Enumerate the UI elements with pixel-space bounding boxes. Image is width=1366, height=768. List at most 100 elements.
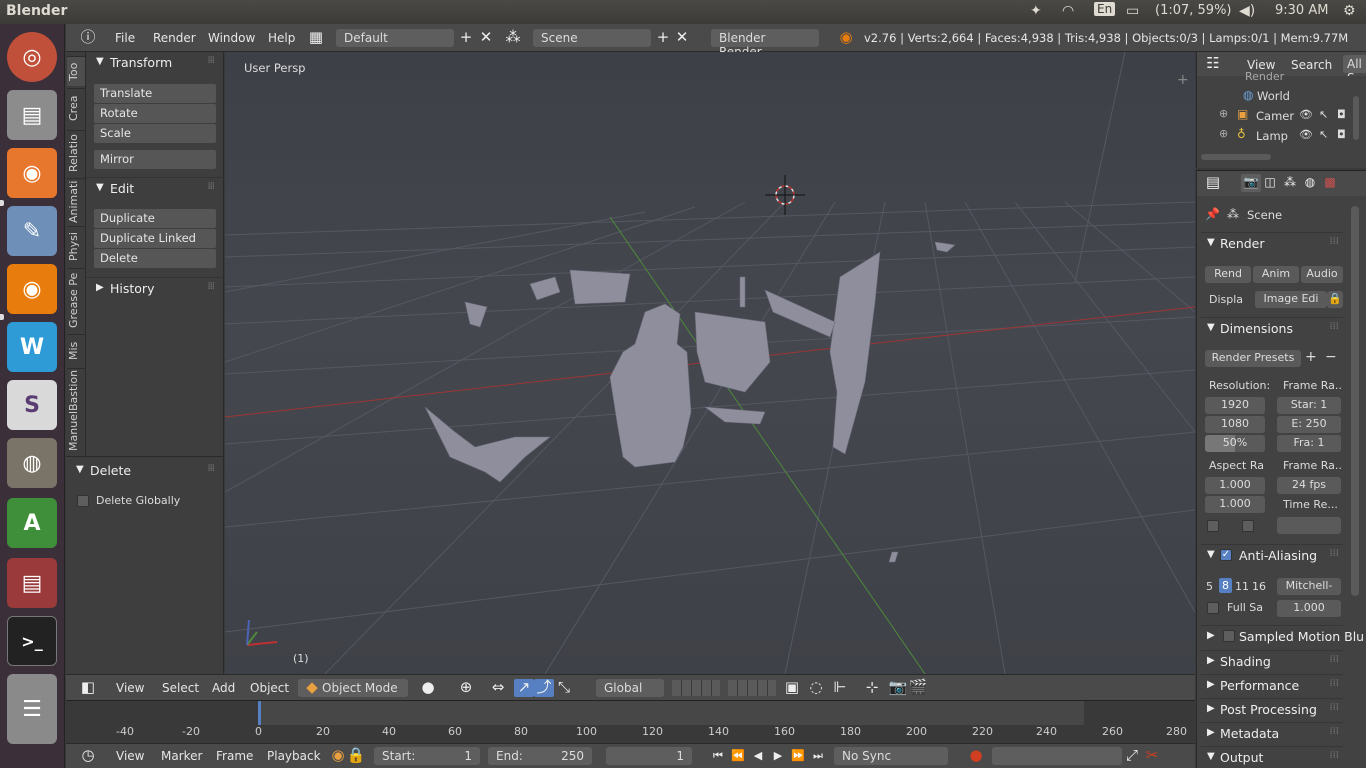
add-scene-icon[interactable]: + <box>653 29 673 47</box>
libreoffice-writer-icon[interactable]: ✎ <box>7 206 57 256</box>
panel-edit-header[interactable]: ▼ Edit ⁞⁞⁞ <box>86 177 224 199</box>
panel-transform-header[interactable]: ▼ Transform ⁞⁞⁞ <box>86 52 224 74</box>
panel-post-processing-header[interactable]: ▶ Post Processing ⁞⁞⁞ <box>1201 698 1343 720</box>
panel-grip-icon[interactable]: ⁞⁞⁞ <box>1329 726 1339 737</box>
panel-grip-icon[interactable]: ⁞⁞⁞ <box>1329 750 1339 761</box>
dropbox-icon[interactable]: ✦ <box>1030 3 1042 19</box>
tab-relations[interactable]: Relatio <box>67 130 85 176</box>
current-frame-indicator[interactable] <box>258 701 261 725</box>
translate-button[interactable]: Translate <box>94 84 216 103</box>
render-camera-icon[interactable]: ◘ <box>1337 128 1346 141</box>
screen-layout-icon[interactable]: ▦ <box>306 29 326 47</box>
resolution-y-field[interactable]: 1080 <box>1205 416 1265 433</box>
tab-create[interactable]: Crea <box>67 88 85 128</box>
frame-end-field[interactable]: E: 250 <box>1277 416 1341 433</box>
battery-status[interactable]: (1:07, 59%) <box>1155 3 1232 18</box>
panel-grip-icon[interactable]: ⁞⁞⁞ <box>1329 702 1339 713</box>
scale-manipulator-icon[interactable]: ⤡ <box>554 679 574 697</box>
blender-icon[interactable]: ◉ <box>7 264 57 314</box>
panel-grip-icon[interactable]: ⁞⁞⁞ <box>1329 548 1339 559</box>
scene-tab-icon[interactable]: ⁂ <box>1280 174 1300 192</box>
panel-metadata-header[interactable]: ▶ Metadata ⁞⁞⁞ <box>1201 722 1343 744</box>
remove-layout-icon[interactable]: ✕ <box>476 29 496 47</box>
menu-view[interactable]: View <box>116 681 144 695</box>
properties-scrollbar[interactable] <box>1351 206 1359 596</box>
panel-output-header[interactable]: ▼ Output ⁞⁞⁞ <box>1201 746 1343 768</box>
rotate-button[interactable]: Rotate <box>94 104 216 123</box>
crop-checkbox[interactable] <box>1242 520 1254 532</box>
layers-grid-2[interactable] <box>728 680 776 696</box>
editor-type-info-icon[interactable]: ⓘ <box>78 29 98 47</box>
delete-keyframe-icon[interactable]: ✂ <box>1142 747 1162 765</box>
editor-type-timeline-icon[interactable]: ◷ <box>78 747 98 765</box>
screen-layout-field[interactable]: Default <box>336 29 454 47</box>
workspace-switcher-icon[interactable]: ☰ <box>7 674 57 744</box>
aa-samples-16[interactable]: 16 <box>1252 580 1266 593</box>
scene-field[interactable]: Scene <box>533 29 651 47</box>
anti-aliasing-checkbox[interactable]: ✓ <box>1220 549 1232 561</box>
expand-icon[interactable]: ⊕ <box>1219 127 1228 140</box>
render-tab-camera-icon[interactable]: 📷 <box>1241 174 1261 192</box>
play-icon[interactable]: ▶ <box>768 747 788 765</box>
outliner-item-camera[interactable]: Camer <box>1256 109 1296 123</box>
panel-grip-icon[interactable]: ⁞⁞⁞ <box>1329 236 1339 247</box>
motion-blur-checkbox[interactable] <box>1223 630 1235 642</box>
visibility-eye-icon[interactable]: 👁 <box>1299 128 1313 141</box>
world-tab-icon[interactable]: ◍ <box>1300 174 1320 192</box>
delete-button[interactable]: Delete <box>94 249 216 268</box>
start-frame-field[interactable]: Start: 1 <box>374 747 480 765</box>
panel-history-header[interactable]: ▶ History ⁞⁞⁞ <box>86 277 224 299</box>
panel-grip-icon[interactable]: ⁞⁞⁞ <box>1329 654 1339 665</box>
3d-cursor[interactable] <box>765 175 805 215</box>
transform-orientation-select[interactable]: Global <box>596 679 664 697</box>
duplicate-linked-button[interactable]: Duplicate Linked <box>94 229 216 248</box>
menu-file[interactable]: File <box>115 31 135 45</box>
panel-anti-aliasing-header[interactable]: ▼ ✓ Anti-Aliasing ⁞⁞⁞ <box>1201 544 1343 566</box>
keying-set-field[interactable] <box>992 747 1122 765</box>
render-still-icon[interactable]: 📷 <box>888 679 908 697</box>
aa-samples-5[interactable]: 5 <box>1206 580 1213 593</box>
jump-start-icon[interactable]: ⏮ <box>708 747 728 765</box>
add-layout-icon[interactable]: + <box>456 29 476 47</box>
panel-grip-icon[interactable]: ⁞⁞⁞ <box>207 55 214 66</box>
play-reverse-icon[interactable]: ◀ <box>748 747 768 765</box>
wifi-icon[interactable]: ◠ <box>1062 3 1074 19</box>
panel-dimensions-header[interactable]: ▼ Dimensions ⁞⁞⁞ <box>1201 317 1343 339</box>
lock-icon[interactable]: 🔒 <box>346 747 366 765</box>
menu-add[interactable]: Add <box>212 681 235 695</box>
panel-performance-header[interactable]: ▶ Performance ⁞⁞⁞ <box>1201 674 1343 696</box>
aspect-y-field[interactable]: 1.000 <box>1205 496 1265 513</box>
3d-viewport[interactable]: User Persp (1) + <box>225 52 1195 674</box>
menu-playback[interactable]: Playback <box>267 749 321 763</box>
render-engine-select[interactable]: Blender Render <box>711 29 819 59</box>
tab-animation[interactable]: Animati <box>67 178 85 224</box>
panel-shading-header[interactable]: ▶ Shading ⁞⁞⁞ <box>1201 650 1343 672</box>
frame-rate-select[interactable]: 24 fps <box>1277 477 1341 494</box>
delete-globally-checkbox[interactable] <box>77 495 89 507</box>
insert-keyframe-icon[interactable]: ⤢ <box>1122 747 1142 765</box>
texture-tab-icon[interactable]: ▩ <box>1320 174 1340 192</box>
select-cursor-icon[interactable]: ↖ <box>1319 108 1328 121</box>
render-still-button[interactable]: Rend <box>1205 266 1251 283</box>
viewport-shading-icon[interactable]: ● <box>418 679 438 697</box>
aa-samples-8[interactable]: 8 <box>1219 578 1232 593</box>
menu-frame[interactable]: Frame <box>216 749 253 763</box>
scale-button[interactable]: Scale <box>94 124 216 143</box>
pivot-point-icon[interactable]: ⊕ <box>456 679 476 697</box>
gimp-icon[interactable]: ◍ <box>7 438 57 488</box>
files-manager-icon[interactable]: ▤ <box>7 558 57 608</box>
select-cursor-icon[interactable]: ↖ <box>1319 128 1328 141</box>
frame-step-field[interactable]: Fra: 1 <box>1277 435 1341 452</box>
visibility-eye-icon[interactable]: 👁 <box>1299 108 1313 121</box>
aa-filter-select[interactable]: Mitchell- <box>1277 578 1341 595</box>
lock-camera-icon[interactable]: ▣ <box>782 679 802 697</box>
rotate-manipulator-icon[interactable]: ⤴ <box>534 679 554 697</box>
tab-misc[interactable]: Mis <box>67 334 85 366</box>
editor-type-outliner-icon[interactable]: ☷ <box>1203 55 1223 73</box>
remove-preset-icon[interactable]: − <box>1325 349 1337 365</box>
aa-filter-size-field[interactable]: 1.000 <box>1277 600 1341 617</box>
menu-view[interactable]: View <box>116 749 144 763</box>
tab-physics[interactable]: Physi <box>67 226 85 266</box>
editor-type-3d-icon[interactable]: ◧ <box>78 679 98 697</box>
battery-icon[interactable]: ▭ <box>1126 3 1139 19</box>
